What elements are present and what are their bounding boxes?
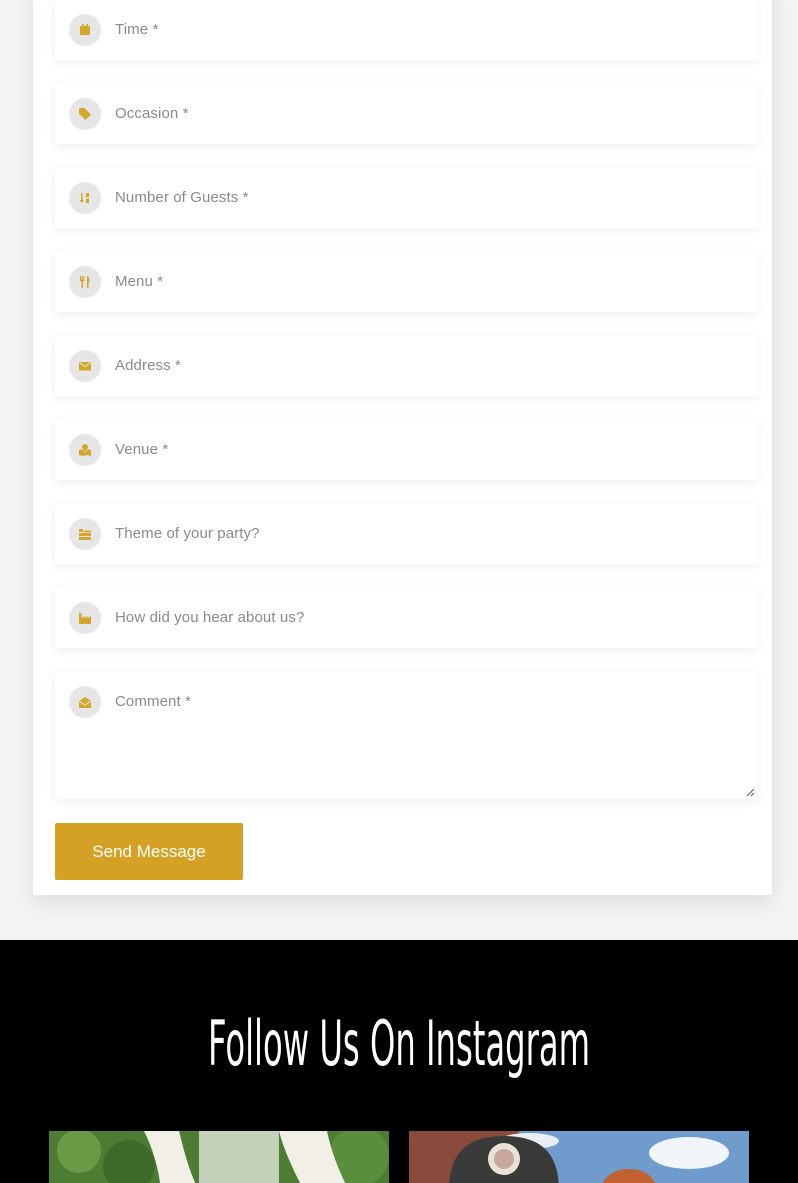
occasion-placeholder: Occasion *: [115, 105, 189, 122]
comment-field[interactable]: Comment *: [55, 672, 757, 799]
sort-numeric-icon: [69, 182, 101, 214]
instagram-photo[interactable]: [409, 1131, 749, 1183]
resize-handle-icon[interactable]: [746, 788, 755, 797]
referral-field[interactable]: How did you hear about us?: [55, 588, 757, 648]
referral-placeholder: How did you hear about us?: [115, 609, 305, 626]
address-placeholder: Address *: [115, 357, 181, 374]
send-message-button[interactable]: Send Message: [55, 823, 243, 880]
instagram-photo-image: [409, 1131, 749, 1183]
calendar-icon: [69, 14, 101, 46]
venue-placeholder: Venue *: [115, 441, 169, 458]
occasion-field[interactable]: Occasion *: [55, 84, 757, 144]
comment-placeholder: Comment *: [115, 693, 191, 710]
time-field[interactable]: Time *: [55, 0, 757, 60]
menu-field[interactable]: Menu *: [55, 252, 757, 312]
industry-icon: [69, 602, 101, 634]
utensils-icon: [69, 266, 101, 298]
instagram-photo[interactable]: [49, 1131, 389, 1183]
tag-icon: [69, 98, 101, 130]
instagram-section: Follow Us On Instagram: [0, 940, 798, 1183]
theme-field[interactable]: Theme of your party?: [55, 504, 757, 564]
address-field[interactable]: Address *: [55, 336, 757, 396]
guests-placeholder: Number of Guests *: [115, 189, 249, 206]
venue-field[interactable]: Venue *: [55, 420, 757, 480]
instagram-photo-image: [49, 1131, 389, 1183]
guests-field[interactable]: Number of Guests *: [55, 168, 757, 228]
envelope-icon: [69, 350, 101, 382]
envelope-open-icon: [69, 686, 101, 718]
layers-icon: [69, 518, 101, 550]
time-placeholder: Time *: [115, 21, 159, 38]
menu-placeholder: Menu *: [115, 273, 164, 290]
instagram-title: Follow Us On Instagram: [207, 1007, 591, 1080]
theme-placeholder: Theme of your party?: [115, 525, 260, 542]
map-marked-icon: [69, 434, 101, 466]
